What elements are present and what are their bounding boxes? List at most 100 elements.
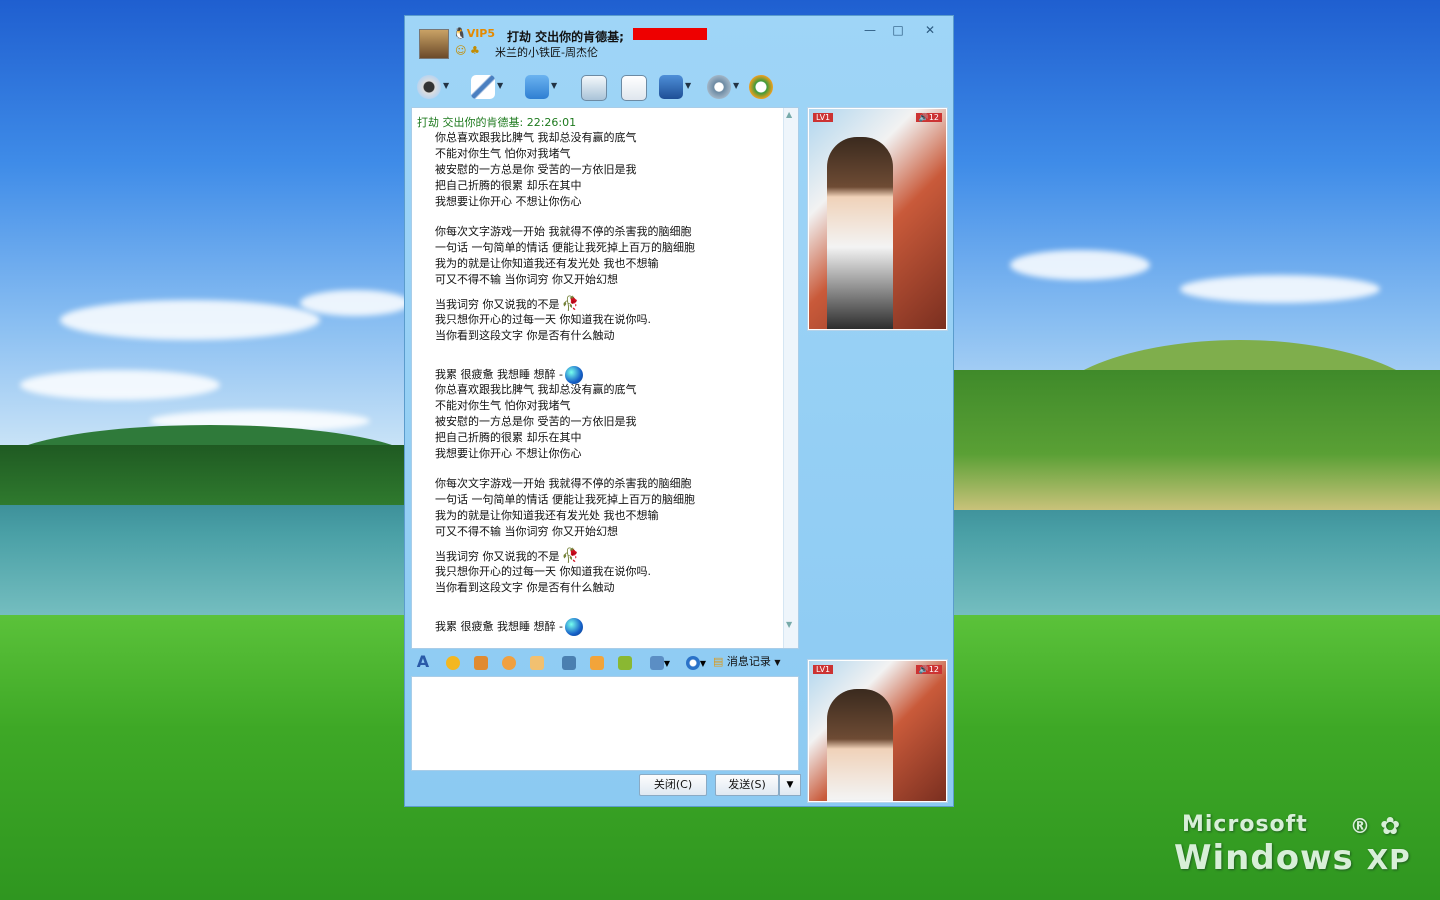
- music-icon: [590, 655, 604, 670]
- video-call-button[interactable]: ▼: [415, 73, 451, 101]
- send-button[interactable]: 发送(S): [715, 774, 779, 796]
- chevron-down-icon: ▼: [663, 659, 671, 668]
- message-body: 你总喜欢跟我比脾气 我却总没有赢的底气 不能对你生气 怕你对我堵气 被安慰的一方…: [435, 130, 775, 636]
- soso-icon: [685, 655, 700, 670]
- message-line: 把自己折腾的很累 却乐在其中: [435, 179, 582, 192]
- gear-icon: [707, 75, 731, 99]
- chevron-down-icon: ▼: [733, 81, 740, 90]
- message-line: 我想要让你开心 不想让你伤心: [435, 447, 582, 460]
- message-line: 被安慰的一方总是你 受苦的一方依旧是我: [435, 163, 637, 176]
- message-header: 打劫 交出你的肯德基: 22:26:01: [417, 116, 577, 129]
- forest: [0, 445, 404, 505]
- send-options-chevron-icon[interactable]: ▼: [779, 774, 801, 796]
- message-input[interactable]: [411, 676, 799, 771]
- volume-badge: 🔊12: [915, 665, 942, 674]
- chat-scrollbar[interactable]: ▲ ▼: [783, 108, 798, 648]
- message-line: 把自己折腾的很累 却乐在其中: [435, 431, 582, 444]
- scroll-down-icon[interactable]: ▼: [786, 620, 792, 629]
- font-button[interactable]: A: [413, 653, 433, 671]
- qq-chat-window[interactable]: 🐧VIP5 打劫 交出你的肯德基; ☺ ♣ 米兰的小铁匠-周杰伦 — □ ✕ ▼…: [404, 15, 954, 807]
- logo-microsoft: Microsoft: [1182, 812, 1308, 837]
- forest: [954, 370, 1440, 510]
- history-icon: ▤: [713, 655, 724, 668]
- send-file-button[interactable]: ▼: [523, 73, 559, 101]
- minimize-button[interactable]: —: [857, 21, 883, 39]
- send-image-button[interactable]: [559, 653, 579, 671]
- screenshot-icon: [649, 655, 664, 670]
- chevron-down-icon: ▼: [774, 658, 781, 667]
- level-badge: LV1: [813, 665, 834, 674]
- shake-icon: [502, 655, 516, 670]
- smiley-icon: [446, 655, 460, 670]
- message-history-button[interactable]: ▤ 消息记录 ▼: [713, 653, 781, 671]
- app-icon: [659, 75, 683, 99]
- message-line: 被安慰的一方总是你 受苦的一方依旧是我: [435, 415, 637, 428]
- message-line: 可又不得不输 当你词穷 你又开始幻想: [435, 525, 618, 538]
- title-bar[interactable]: 🐧VIP5 打劫 交出你的肯德基; ☺ ♣ 米兰的小铁匠-周杰伦 — □ ✕: [405, 16, 953, 68]
- message-line: 当我词穷 你又说我的不是 🥀: [435, 296, 579, 312]
- contact-show-panel[interactable]: LV1 🔊12: [807, 107, 948, 331]
- send-sms-button[interactable]: [579, 73, 615, 101]
- windows-flag-icon: ✿: [1380, 812, 1401, 840]
- settings-button[interactable]: ▼: [705, 73, 741, 101]
- message-history-label: 消息记录: [726, 655, 771, 668]
- message-line: 你总喜欢跟我比脾气 我却总没有赢的底气: [435, 131, 637, 144]
- my-show-image: LV1 🔊12: [809, 661, 946, 801]
- voice-call-button[interactable]: ▼: [469, 73, 505, 101]
- contact-signature: 米兰的小铁匠-周杰伦: [495, 46, 598, 59]
- message-line: 我只想你开心的过每一天 你知道我在说你吗.: [435, 313, 651, 326]
- cloud: [300, 290, 410, 316]
- message-line: 我为的就是让你知道我还有发光处 我也不想输: [435, 257, 659, 270]
- doodle-button[interactable]: [527, 653, 547, 671]
- message-line: 我为的就是让你知道我还有发光处 我也不想输: [435, 509, 659, 522]
- soso-button[interactable]: [747, 73, 783, 101]
- chevron-down-icon: ▼: [685, 81, 692, 90]
- windows-xp-logo: Microsoft ® ✿ Windows XP: [1172, 812, 1422, 882]
- maximize-button[interactable]: □: [885, 21, 911, 39]
- message-line: 你每次文字游戏一开始 我就得不停的杀害我的脑细胞: [435, 225, 692, 238]
- person-figure: [827, 137, 893, 329]
- soso-expression-button[interactable]: ▼: [681, 653, 711, 671]
- status-icons: ☺ ♣: [455, 44, 480, 57]
- vip-badge: 🐧VIP5: [453, 27, 496, 40]
- format-toolbar: A ▼ ▼ ▤ 消息记录 ▼: [411, 650, 801, 674]
- contact-avatar[interactable]: [419, 29, 449, 59]
- level-badge: LV1: [813, 113, 834, 122]
- add-group-icon: [621, 75, 647, 101]
- shake-button[interactable]: [499, 653, 519, 671]
- cloud: [1010, 250, 1150, 280]
- contact-name: 打劫 交出你的肯德基;: [507, 30, 624, 44]
- music-button[interactable]: [587, 653, 607, 671]
- message-line: 你每次文字游戏一开始 我就得不停的杀害我的脑细胞: [435, 477, 692, 490]
- microphone-icon: [471, 75, 495, 99]
- cloud: [60, 300, 320, 340]
- apps-button[interactable]: ▼: [657, 73, 693, 101]
- message-line: 当你看到这段文字 你是否有什么触动: [435, 329, 615, 342]
- scroll-up-icon[interactable]: ▲: [786, 110, 792, 119]
- close-chat-button[interactable]: 关闭(C): [639, 774, 707, 796]
- close-button[interactable]: ✕: [917, 21, 943, 39]
- volume-badge: 🔊12: [915, 113, 942, 122]
- cloud: [1180, 275, 1380, 303]
- message-line: 可又不得不输 当你词穷 你又开始幻想: [435, 273, 618, 286]
- magic-face-icon: [474, 655, 488, 670]
- webcam-icon: [417, 75, 441, 99]
- screenshot-button[interactable]: ▼: [645, 653, 675, 671]
- create-group-button[interactable]: [619, 73, 655, 101]
- logo-windows: Windows XP: [1174, 838, 1411, 878]
- emoticon-button[interactable]: [443, 653, 463, 671]
- cloud: [20, 370, 220, 400]
- action-bar: 关闭(C) 发送(S) ▼: [411, 770, 801, 800]
- message-line: 一句话 一句简单的情话 便能让我死掉上百万的脑细胞: [435, 493, 695, 506]
- gift-button[interactable]: [615, 653, 635, 671]
- magic-emoticon-button[interactable]: [471, 653, 491, 671]
- soso-icon: [749, 75, 773, 99]
- my-show-panel[interactable]: LV1 🔊12: [807, 659, 948, 803]
- message-line: 你总喜欢跟我比脾气 我却总没有赢的底气: [435, 383, 637, 396]
- message-line: 当你看到这段文字 你是否有什么触动: [435, 581, 615, 594]
- hand-icon: [530, 655, 544, 670]
- chat-history[interactable]: 打劫 交出你的肯德基: 22:26:01 你总喜欢跟我比脾气 我却总没有赢的底气…: [411, 107, 799, 649]
